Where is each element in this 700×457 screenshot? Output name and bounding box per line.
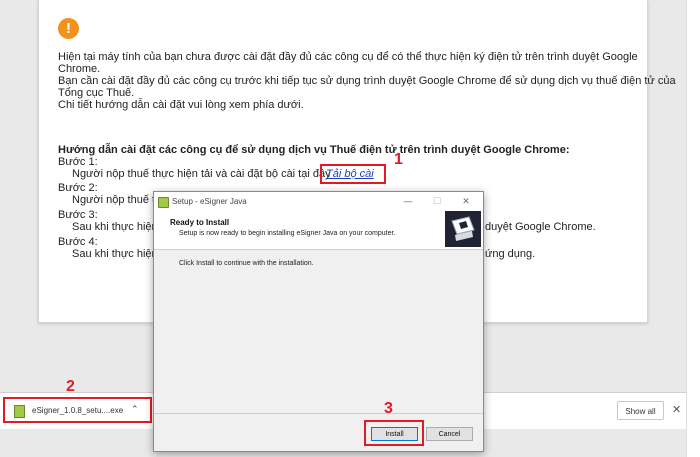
step-text-tail: ứng dụng. <box>485 248 536 260</box>
step-label: Bước 3: <box>58 209 98 221</box>
maximize-icon: ☐ <box>432 196 442 206</box>
dialog-subheading: Setup is now ready to begin installing e… <box>179 230 396 237</box>
warning-icon: ! <box>58 18 79 39</box>
divider <box>154 413 483 414</box>
notice-text-line3: Bạn cần cài đặt đầy đủ các công cụ trước… <box>58 75 676 87</box>
highlight-box <box>364 420 424 446</box>
setup-logo-icon <box>445 211 481 247</box>
notice-text-line5: Chi tiết hướng dẫn cài đặt vui lòng xem … <box>58 99 304 111</box>
dialog-heading: Ready to Install <box>170 218 230 227</box>
guide-title: Hướng dẫn cài đặt các công cụ để sử dụng… <box>58 144 570 156</box>
scrollbar-track[interactable] <box>686 0 700 457</box>
dialog-body-text: Click Install to continue with the insta… <box>179 260 314 267</box>
cancel-button[interactable]: Cancel <box>426 427 473 441</box>
notice-text-line4: Tổng cục Thuế. <box>58 87 135 99</box>
annotation-number: 2 <box>66 378 75 395</box>
step-label: Bước 4: <box>58 236 98 248</box>
minimize-icon[interactable]: — <box>401 195 415 207</box>
step-text: Người nộp thuế thực hiện tải và cài đặt … <box>72 168 331 180</box>
dialog-title: Setup - eSigner Java <box>172 197 247 206</box>
step-label: Bước 2: <box>58 182 98 194</box>
setup-dialog: Setup - eSigner Java — ☐ ✕ Ready to Inst… <box>153 191 484 452</box>
show-all-button[interactable]: Show all <box>617 401 664 420</box>
dialog-header: Ready to Install Setup is now ready to b… <box>154 211 483 250</box>
installer-icon <box>158 197 169 208</box>
step-text: Sau khi thực hiện <box>72 248 158 260</box>
highlight-box <box>3 397 152 423</box>
dialog-titlebar[interactable]: Setup - eSigner Java — ☐ ✕ <box>154 192 483 211</box>
notice-text-line1: Hiện tại máy tính của bạn chưa được cài … <box>58 51 638 63</box>
step-text-tail: duyệt Google Chrome. <box>485 221 596 233</box>
close-icon[interactable]: ✕ <box>672 403 681 416</box>
step-text: Sau khi thực hiện <box>72 221 158 233</box>
notice-text-line2: Chrome. <box>58 63 101 75</box>
annotation-number: 3 <box>384 400 393 417</box>
annotation-number: 1 <box>394 151 403 168</box>
step-label: Bước 1: <box>58 156 98 168</box>
close-icon[interactable]: ✕ <box>459 195 473 207</box>
step-text: Người nộp thuế th <box>72 194 162 206</box>
highlight-box <box>320 164 386 184</box>
